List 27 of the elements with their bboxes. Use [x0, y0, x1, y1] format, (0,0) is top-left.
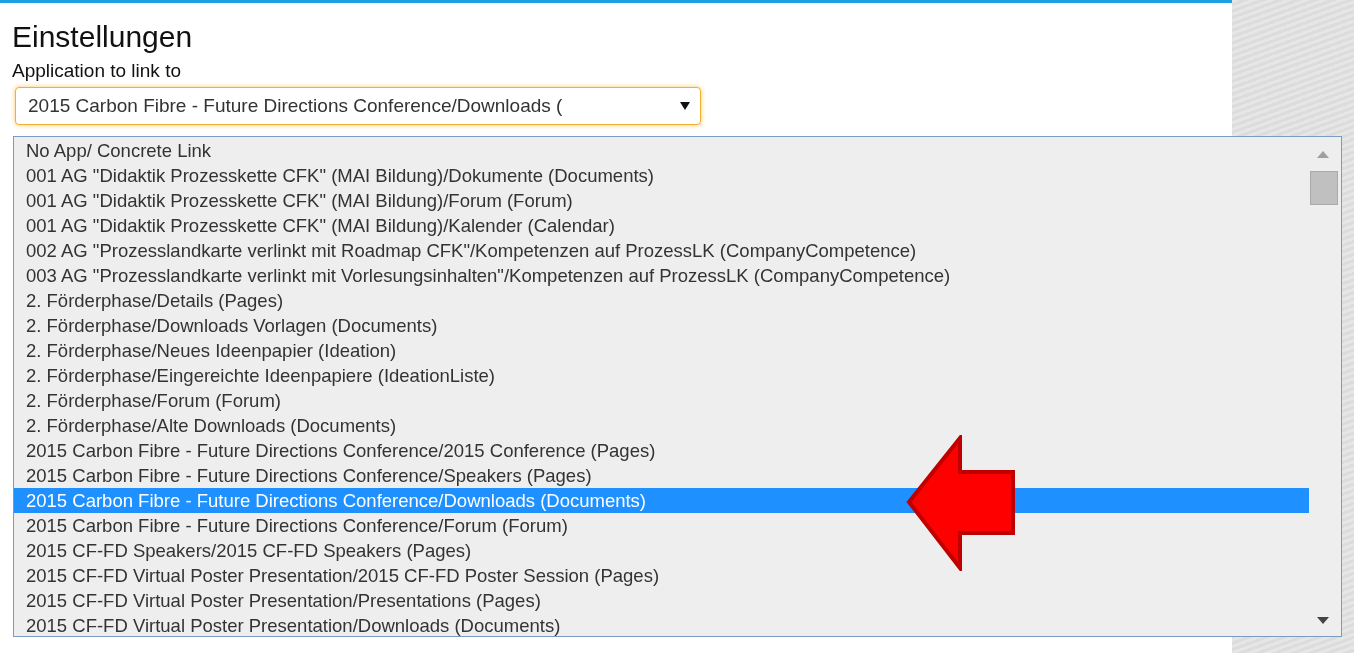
dropdown-option[interactable]: 2. Förderphase/Forum (Forum): [14, 388, 1309, 413]
dropdown-option[interactable]: 2015 CF-FD Virtual Poster Presentation/Downloads (Documents): [14, 613, 1309, 636]
dropdown-option[interactable]: 2015 CF-FD Virtual Poster Presentation/2015 CF-FD Poster Session (Pages): [14, 563, 1309, 588]
scrollbar-thumb[interactable]: [1310, 171, 1338, 205]
application-select[interactable]: 2015 Carbon Fibre - Future Directions Conference/Downloads (: [15, 87, 701, 125]
dropdown-option[interactable]: 2015 CF-FD Speakers/2015 CF-FD Speakers (Pages): [14, 538, 1309, 563]
dropdown-option[interactable]: 2015 Carbon Fibre - Future Directions Conference/2015 Conference (Pages): [14, 438, 1309, 463]
dropdown-option[interactable]: 2. Förderphase/Downloads Vorlagen (Documents): [14, 313, 1309, 338]
dropdown-option[interactable]: 2015 Carbon Fibre - Future Directions Conference/Forum (Forum): [14, 513, 1309, 538]
scroll-up-icon[interactable]: [1317, 151, 1329, 158]
dropdown-option[interactable]: 2015 Carbon Fibre - Future Directions Conference/Speakers (Pages): [14, 463, 1309, 488]
arrow-icon: [906, 435, 1016, 571]
dropdown-option[interactable]: 003 AG "Prozesslandkarte verlinkt mit Vorlesungsinhalten"/Kompetenzen auf ProzessLK (CompanyCompetence): [14, 263, 1309, 288]
dropdown-option[interactable]: 001 AG "Didaktik Prozesskette CFK" (MAI Bildung)/Kalender (Calendar): [14, 213, 1309, 238]
dropdown-option[interactable]: 2015 CF-FD Virtual Poster Presentation/Presentations (Pages): [14, 588, 1309, 613]
dropdown-option[interactable]: 2. Förderphase/Details (Pages): [14, 288, 1309, 313]
dropdown-option[interactable]: 2. Förderphase/Alte Downloads (Documents): [14, 413, 1309, 438]
scroll-down-icon[interactable]: [1317, 617, 1329, 624]
dropdown-option[interactable]: 001 AG "Didaktik Prozesskette CFK" (MAI Bildung)/Dokumente (Documents): [14, 163, 1309, 188]
dropdown-option[interactable]: 2. Förderphase/Neues Ideenpapier (Ideation): [14, 338, 1309, 363]
field-label: Application to link to: [12, 59, 181, 83]
dropdown-option[interactable]: 002 AG "Prozesslandkarte verlinkt mit Roadmap CFK"/Kompetenzen auf ProzessLK (CompanyCompetence): [14, 238, 1309, 263]
page-heading: Einstellungen: [12, 19, 193, 55]
caret-icon: [680, 102, 690, 110]
dropdown-option[interactable]: 2. Förderphase/Eingereichte Ideenpapiere (IdeationListe): [14, 363, 1309, 388]
dropdown-option[interactable]: No App/ Concrete Link: [14, 138, 1309, 163]
dropdown-option[interactable]: 001 AG "Didaktik Prozesskette CFK" (MAI Bildung)/Forum (Forum): [14, 188, 1309, 213]
